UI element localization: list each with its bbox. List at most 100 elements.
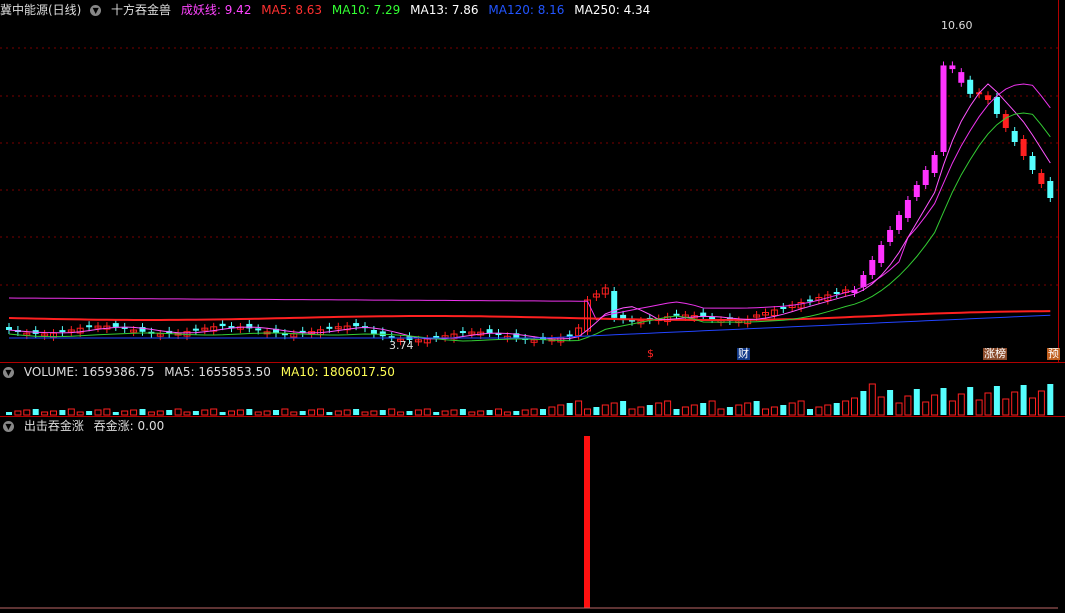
volume-bar [700,403,707,415]
marker-finance[interactable]: 财 [737,348,750,360]
volume-bar [6,412,12,415]
volume-bar [948,400,956,416]
volume-bar [503,411,511,416]
volume-bar [263,410,271,416]
volume-bar [166,410,173,415]
volume-bar [192,411,199,415]
candle-body [59,330,66,333]
candle-body [780,307,787,309]
candle-body [1002,114,1009,128]
price-chart[interactable] [0,0,1065,613]
volume-bar [495,408,502,416]
volume-bar [468,411,476,416]
volume-bar [833,403,840,415]
volume-bar [23,409,31,416]
volume-bar [130,409,138,416]
candle-body [566,334,573,337]
volume-bar [76,411,84,416]
volume-bar [851,397,858,416]
volume-bar [1020,385,1027,415]
signal-spike [584,436,590,608]
volume-bar [584,408,591,416]
candle-body [246,323,253,329]
candle-body [878,245,885,263]
volume-bar [735,404,743,416]
volume-bar [433,412,440,415]
candle-body [709,317,716,320]
candle-body [459,331,466,334]
candle-body [940,65,947,152]
volume-bar [913,389,920,415]
volume-bar [601,404,609,416]
volume-bar [513,411,520,415]
volume-bar [201,409,209,416]
volume-ma5: MA5: 1655853.50 [164,365,271,379]
volume-bar [620,401,627,415]
candle-body [192,328,199,331]
volume-bar [993,386,1000,415]
volume-bar [1002,398,1010,416]
volume-bar [67,408,75,416]
volume-bar [868,383,876,416]
volume-bar [824,404,832,416]
volume-bar [317,408,324,416]
volume-bar [50,410,57,416]
volume-bar [753,401,760,415]
marker-forecast[interactable]: 预 [1047,348,1060,360]
candle-body [958,72,965,83]
volume-bar [32,409,39,415]
volume-bar [397,411,405,416]
volume-bar [147,411,155,416]
volume-bar [14,410,22,416]
volume-bar [922,401,930,416]
signal-name: 出击吞金涨 [23,419,84,433]
volume-bar [254,411,262,416]
chevron-down-icon[interactable]: ▼ [3,367,14,378]
volume-bar [219,412,226,415]
volume-bar [156,410,164,416]
volume-header: ▼ VOLUME: 1659386.75 MA5: 1655853.50 MA1… [0,364,401,380]
candle-body [896,215,902,230]
volume-bar [103,408,111,416]
candle-body [1011,131,1018,142]
volume-ma10: MA10: 1806017.50 [280,365,395,379]
volume-bar [904,395,912,416]
volume-bar [708,400,716,416]
signal-header: ▼ 出击吞金涨 吞金涨: 0.00 [0,418,170,434]
volume-bar [664,400,672,416]
volume-bar [717,408,725,416]
candle-body [993,97,1000,114]
volume-bar [414,409,422,416]
volume-bar [931,394,939,416]
volume-bar [655,402,663,416]
volume-bar [593,407,600,415]
candle-body [833,292,840,294]
volume-bar [450,409,458,416]
volume-bar [957,393,965,416]
volume-bar [1029,397,1036,416]
marker-dollar[interactable]: $ [646,348,655,360]
volume-bar [353,409,360,415]
volume-bar [94,409,102,416]
volume-bar [308,409,316,416]
yaoxian-line [8,83,1051,321]
volume-bar [940,388,947,415]
volume-bar [530,408,538,416]
volume-value: VOLUME: 1659386.75 [23,365,155,379]
volume-bar [770,406,778,416]
volume-bar [860,391,867,415]
ma120-line [9,314,1051,339]
volume-bar [281,408,289,416]
volume-bar [361,411,369,416]
volume-bar [246,409,253,415]
candle-body [1038,173,1045,184]
volume-bar [41,411,49,416]
volume-bar [326,412,333,415]
volume-bar [299,411,306,415]
marker-rank[interactable]: 涨榜 [983,348,1007,360]
volume-bar [406,411,413,415]
candle-body [255,328,262,331]
volume-bar [887,390,894,415]
chevron-down-icon[interactable]: ▼ [3,421,14,432]
candle-body [326,326,333,329]
